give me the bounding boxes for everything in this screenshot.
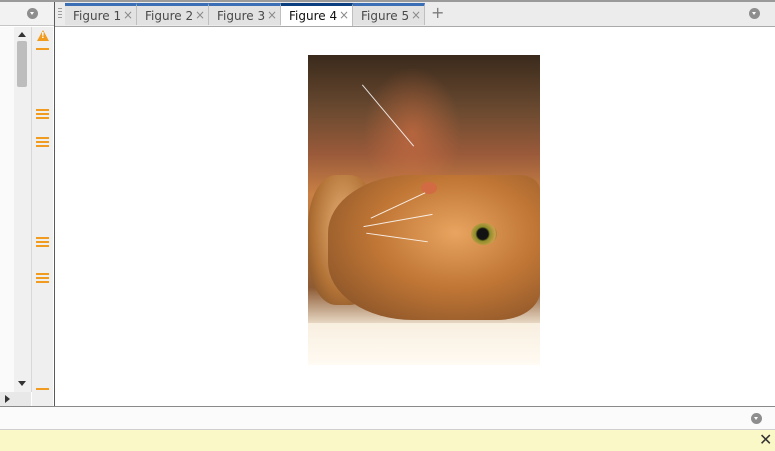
tab-label: Figure 5 [361, 9, 410, 23]
tab-figure-4[interactable]: Figure 4 × [281, 3, 353, 26]
bottom-panel-header [0, 406, 775, 430]
scroll-up-arrow-icon[interactable] [18, 32, 26, 37]
cat-image [308, 55, 540, 365]
tab-figure-1[interactable]: Figure 1 × [65, 3, 137, 25]
warning-marker-icon[interactable] [36, 237, 49, 249]
chevron-down-icon[interactable] [749, 8, 760, 19]
warning-icon[interactable]: ! [37, 30, 49, 41]
close-icon[interactable]: × [411, 8, 421, 22]
warning-marker-icon[interactable] [36, 48, 49, 50]
chevron-down-icon[interactable] [27, 8, 38, 19]
horizontal-scrollbar[interactable] [0, 392, 31, 406]
close-icon[interactable]: × [339, 8, 349, 22]
close-icon[interactable]: ✕ [759, 430, 772, 449]
add-tab-icon[interactable]: + [431, 3, 444, 22]
figure-canvas [55, 27, 775, 406]
tab-label: Figure 2 [145, 9, 194, 23]
scroll-thumb[interactable] [17, 41, 27, 87]
scroll-down-arrow-icon[interactable] [18, 381, 26, 386]
close-icon[interactable]: × [195, 8, 205, 22]
left-panel-header [0, 2, 55, 26]
tab-figure-3[interactable]: Figure 3 × [209, 3, 281, 25]
left-gutter [0, 27, 14, 392]
tab-label: Figure 3 [217, 9, 266, 23]
close-icon[interactable]: × [123, 8, 133, 22]
vertical-scrollbar[interactable] [14, 27, 32, 392]
tab-figure-2[interactable]: Figure 2 × [137, 3, 209, 25]
warning-marker-icon[interactable] [36, 273, 49, 285]
scroll-right-arrow-icon[interactable] [5, 395, 10, 403]
chevron-down-icon[interactable] [751, 413, 762, 424]
warning-marker-icon[interactable] [36, 137, 49, 149]
tab-label: Figure 4 [289, 9, 338, 23]
warning-marker-icon[interactable] [36, 388, 49, 390]
code-analyzer-marker-bar: ! [32, 27, 53, 406]
notification-bar: ✕ [0, 430, 775, 451]
figure-tab-bar: Figure 1 × Figure 2 × Figure 3 × Figure … [55, 2, 775, 27]
tab-label: Figure 1 [73, 9, 122, 23]
tab-figure-5[interactable]: Figure 5 × [353, 3, 425, 25]
warning-marker-icon[interactable] [36, 109, 49, 121]
drag-grip-icon[interactable] [58, 8, 62, 20]
close-icon[interactable]: × [267, 8, 277, 22]
